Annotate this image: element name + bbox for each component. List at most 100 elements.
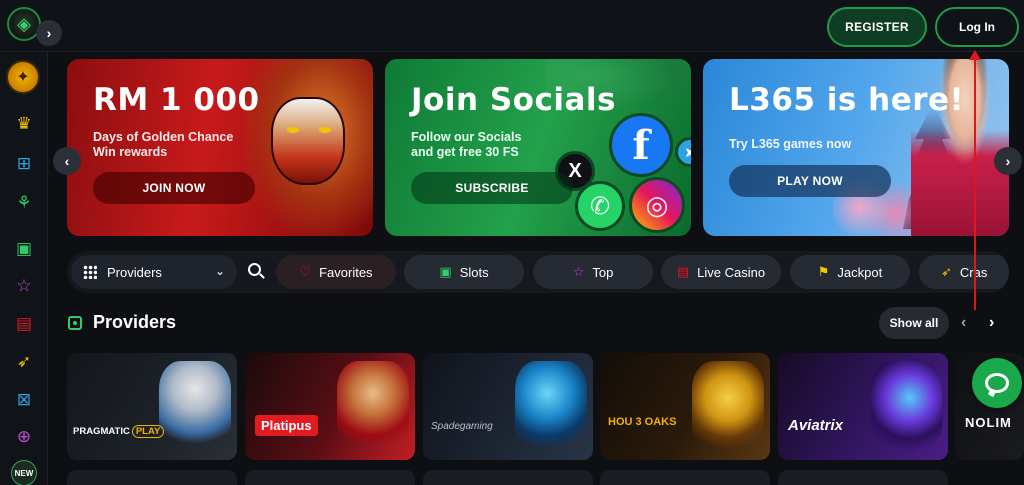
gold-pot-illustration [692, 361, 764, 453]
provider-name-suffix: PLAY [131, 425, 165, 438]
gift-icon: ⊕ [16, 427, 32, 446]
sidebar-item-casino-chip[interactable]: ✦ [6, 60, 40, 94]
tab-crash[interactable]: ➶ Cras [919, 255, 1009, 289]
register-button[interactable]: REGISTER [827, 7, 927, 47]
annotation-arrow-line [974, 54, 976, 310]
sidebar-item-crash[interactable]: ➶ [10, 348, 38, 376]
gift-box-icon: ⊞ [16, 154, 32, 173]
instagram-icon: ◎ [629, 177, 685, 233]
sidebar-item-fishing[interactable]: ⚘ [10, 189, 38, 217]
provider-name: PRAGMATIC [73, 426, 130, 437]
tab-top[interactable]: ☆ Top [533, 255, 653, 289]
banner-subtitle-line: Win rewards [93, 145, 168, 159]
game-card-partial[interactable] [245, 470, 415, 485]
carousel-next-button[interactable]: › [994, 147, 1022, 175]
whatsapp-icon: ✆ [575, 181, 625, 231]
live-casino-icon: ▤ [676, 264, 690, 279]
mariachi-illustration [337, 361, 409, 453]
facebook-icon: f [609, 113, 673, 177]
slots-icon: ▣ [439, 264, 452, 279]
star-icon: ☆ [572, 264, 585, 279]
chevron-left-icon: ‹ [961, 314, 967, 331]
show-all-button[interactable]: Show all [879, 307, 949, 339]
subscribe-button[interactable]: SUBSCRIBE [411, 172, 573, 204]
login-button[interactable]: Log In [935, 7, 1019, 47]
dragon-illustration [515, 361, 587, 453]
live-chat-button[interactable] [972, 358, 1022, 408]
zeus-illustration [159, 361, 231, 453]
jackpot-icon: ⚑ [817, 264, 830, 279]
provider-logo: NOLIM [965, 415, 1012, 430]
join-now-button[interactable]: JOIN NOW [93, 172, 255, 204]
banner-subtitle-line: and get free 30 FS [411, 145, 519, 159]
virtual-sports-icon: ⊠ [16, 390, 32, 409]
sidebar-item-top[interactable]: ☆ [10, 272, 38, 300]
tiger-face-image [271, 97, 345, 185]
tiger-eye-right [319, 127, 331, 133]
sidebar-expand-button[interactable]: › [36, 20, 62, 46]
sidebar-item-vip[interactable]: ♛ [10, 110, 38, 138]
banner-title: Join Socials [411, 82, 616, 118]
tab-favorites[interactable]: ♡ Favorites [276, 255, 396, 289]
sidebar-item-live-casino[interactable]: ▤ [10, 310, 38, 338]
new-badge: NEW [14, 468, 34, 478]
provider-card-spadegaming[interactable]: Spadegaming [423, 353, 593, 460]
sidebar-item-new[interactable]: NEW [11, 460, 37, 485]
tiger-logo-icon: ◈ [17, 13, 31, 34]
tab-slots[interactable]: ▣ Slots [404, 255, 524, 289]
star-icon: ☆ [16, 276, 32, 295]
play-now-button[interactable]: PLAY NOW [729, 165, 891, 197]
tab-jackpot[interactable]: ⚑ Jackpot [790, 255, 910, 289]
banner-subtitle: Days of Golden Chance Win rewards [93, 130, 263, 160]
sidebar-item-gifts[interactable]: ⊕ [10, 423, 38, 451]
game-card-partial[interactable] [600, 470, 770, 485]
tab-label: Slots [459, 264, 489, 280]
providers-section-icon [68, 316, 82, 330]
provider-card-pragmatic-play[interactable]: PRAGMATIC PLAY [67, 353, 237, 460]
telegram-icon: ➤ [675, 137, 691, 167]
provider-card-platipus[interactable]: Platipus [245, 353, 415, 460]
promo-banner-l365[interactable]: L365 is here! Try L365 games now PLAY NO… [703, 59, 1009, 236]
chevron-right-icon: › [46, 25, 52, 41]
banner-subtitle-line: Try L365 games now [729, 137, 852, 151]
chat-bubble-icon [985, 373, 1009, 393]
banner-title: RM 1 000 [93, 82, 260, 118]
chevron-right-icon: › [989, 314, 995, 331]
promo-banner-join-socials[interactable]: ➤ f X ✆ ◎ Join Socials Follow our Social… [385, 59, 691, 236]
sidebar-item-slots[interactable]: ▣ [10, 235, 38, 263]
providers-prev-button[interactable]: ‹ [961, 314, 966, 332]
game-card-partial[interactable] [778, 470, 948, 485]
tab-label: Live Casino [697, 264, 766, 280]
search-button[interactable] [247, 262, 267, 282]
providers-next-button[interactable]: › [989, 314, 994, 332]
slots-icon: ▣ [15, 239, 33, 258]
grid-icon [83, 265, 97, 279]
provider-logo: PRAGMATIC PLAY [73, 425, 165, 438]
providers-dropdown-label: Providers [107, 264, 162, 280]
game-card-partial[interactable] [423, 470, 593, 485]
jet-illustration [870, 361, 942, 453]
banner-subtitle-line: Days of Golden Chance [93, 130, 234, 144]
chevron-down-icon: ⌄ [214, 264, 225, 278]
banner-title: L365 is here! [729, 82, 965, 118]
provider-logo: HOU 3 OAKS [608, 416, 677, 428]
crown-icon: ♛ [16, 114, 32, 133]
tab-live-casino[interactable]: ▤ Live Casino [661, 255, 781, 289]
banner-subtitle: Try L365 games now [729, 137, 899, 152]
banner-subtitle: Follow our Socials and get free 30 FS [411, 130, 581, 160]
tiger-eye-left [287, 127, 299, 133]
rocket-icon: ➶ [16, 352, 32, 371]
live-casino-icon: ▤ [15, 314, 33, 333]
section-title: Providers [93, 312, 177, 332]
providers-dropdown[interactable]: Providers ⌄ [71, 255, 237, 289]
provider-card-aviatrix[interactable]: Aviatrix [778, 353, 948, 460]
promo-banner-golden-chance[interactable]: RM 1 000 Days of Golden Chance Win rewar… [67, 59, 373, 236]
provider-card-3-oaks[interactable]: HOU 3 OAKS [600, 353, 770, 460]
chevron-left-icon: ‹ [64, 153, 70, 169]
sidebar-item-virtual-sports[interactable]: ⊠ [10, 386, 38, 414]
game-card-partial[interactable] [67, 470, 237, 485]
heart-icon: ♡ [299, 264, 312, 279]
sidebar-item-bonuses[interactable]: ⊞ [10, 150, 38, 178]
carousel-prev-button[interactable]: ‹ [53, 147, 81, 175]
chevron-right-icon: › [1005, 153, 1011, 169]
